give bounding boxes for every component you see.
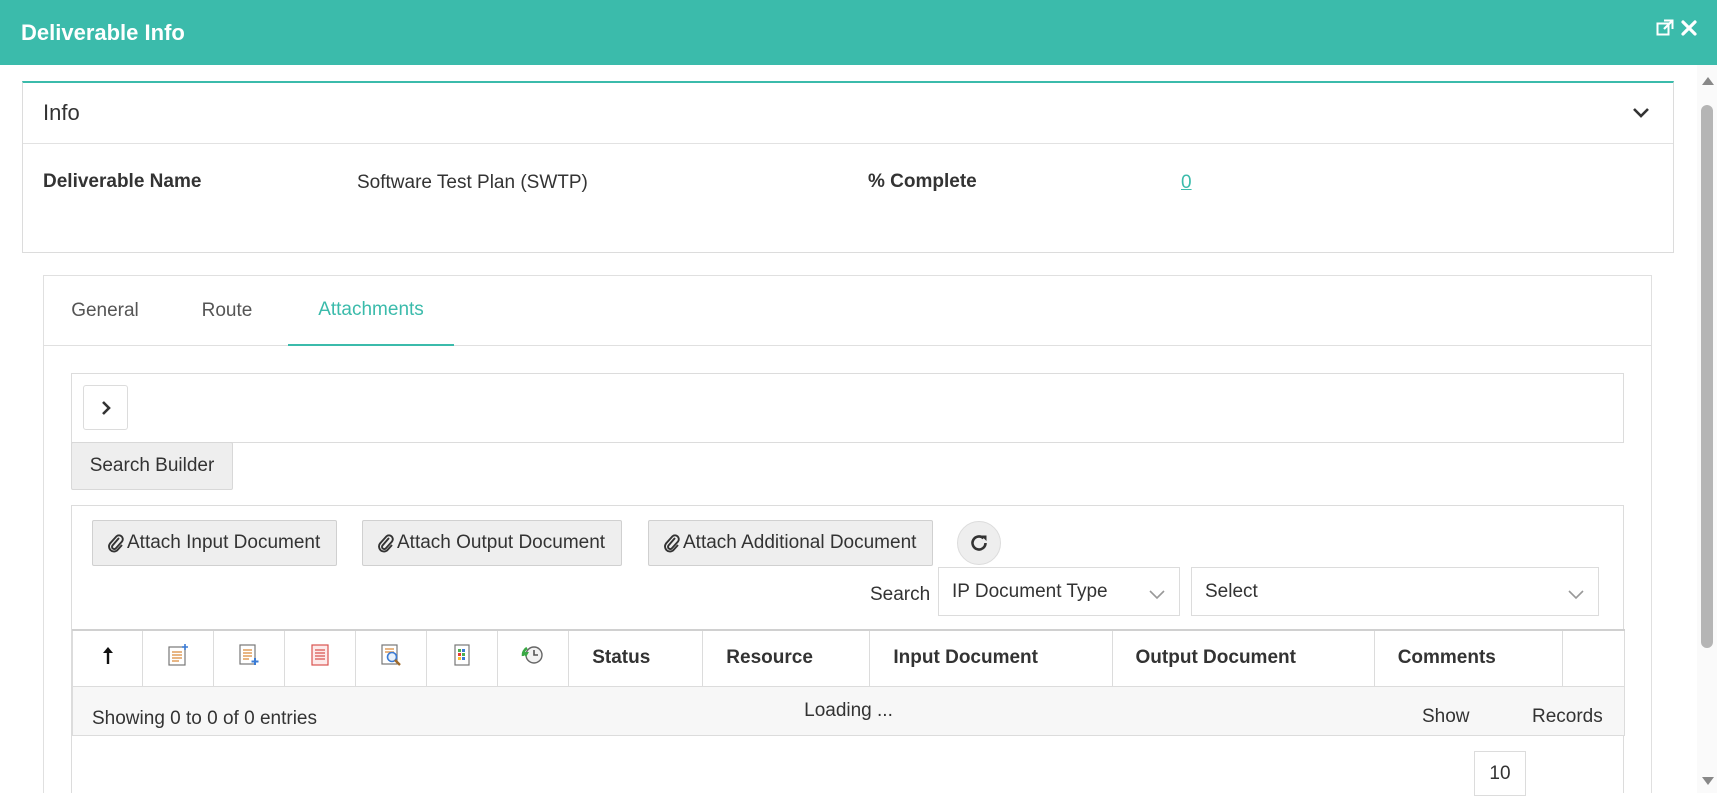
input-document-column-header[interactable]: Input Document: [869, 629, 1113, 687]
chevron-down-icon: [1149, 585, 1165, 607]
tab-attachments[interactable]: Attachments: [288, 276, 454, 346]
sort-up-icon: [102, 647, 113, 665]
attach-output-label: Attach Output Document: [397, 532, 606, 553]
attach-input-label: Attach Input Document: [127, 532, 321, 553]
info-fields: Deliverable Name Software Test Plan (SWT…: [23, 144, 1673, 252]
percent-complete-label: % Complete: [868, 171, 977, 192]
scroll-down-arrow[interactable]: [1702, 777, 1714, 785]
close-icon[interactable]: [1679, 18, 1699, 38]
refresh-icon: [971, 535, 987, 551]
excel-column-header[interactable]: [426, 629, 499, 687]
paperclip-icon: [378, 534, 394, 553]
view-document-icon: [381, 644, 401, 667]
scroll-up-arrow[interactable]: [1702, 77, 1714, 85]
scroll-thumb[interactable]: [1701, 105, 1713, 648]
search-value-placeholder: Select: [1205, 580, 1258, 602]
dialog-content: Info Deliverable Name Software Test Plan…: [0, 65, 1697, 793]
history-column-header[interactable]: [497, 629, 570, 687]
search-builder-button[interactable]: Search Builder: [71, 442, 233, 490]
output-document-column-header[interactable]: Output Document: [1111, 629, 1375, 687]
attachments-grid: Attach Input Document Attach Output Docu…: [71, 505, 1626, 793]
paperclip-icon: [108, 534, 124, 553]
search-label: Search: [870, 584, 931, 605]
add-document-column-header[interactable]: [213, 629, 286, 687]
tab-bar: General Route Attachments: [44, 276, 1651, 346]
add-document-icon: [239, 644, 259, 666]
history-icon: [521, 646, 543, 664]
chevron-down-icon[interactable]: [1631, 103, 1651, 128]
table-header-row: Status Resource Input Document Output Do…: [71, 629, 1626, 687]
attach-additional-document-button[interactable]: Attach Additional Document: [648, 520, 934, 566]
pdf-document-icon: [311, 644, 329, 666]
tab-general[interactable]: General: [44, 276, 166, 346]
extra-column-header: [1561, 629, 1626, 687]
records-label: Records: [1532, 706, 1603, 727]
pdf-column-header[interactable]: [284, 629, 357, 687]
percent-complete-link[interactable]: 0: [1181, 172, 1192, 194]
paperclip-icon: [664, 534, 680, 553]
chevron-down-icon: [1568, 585, 1584, 607]
show-label: Show: [1422, 706, 1470, 727]
attach-output-document-button[interactable]: Attach Output Document: [362, 520, 623, 566]
expand-filter-button[interactable]: [83, 385, 128, 430]
search-field-select[interactable]: IP Document Type: [938, 567, 1180, 616]
filter-panel: [71, 373, 1624, 443]
dialog-titlebar: Deliverable Info: [0, 0, 1717, 65]
status-column-header[interactable]: Status: [568, 629, 704, 687]
entries-summary: Showing 0 to 0 of 0 entries: [92, 708, 317, 729]
new-document-icon: [168, 644, 189, 666]
excel-document-icon: [454, 644, 470, 666]
resource-column-header[interactable]: Resource: [702, 629, 871, 687]
search-value-select[interactable]: Select: [1191, 567, 1599, 616]
vertical-scrollbar[interactable]: [1697, 65, 1717, 793]
chevron-right-icon: [101, 400, 111, 415]
deliverable-name-value: Software Test Plan (SWTP): [357, 172, 588, 193]
deliverable-name-label: Deliverable Name: [43, 171, 202, 192]
sort-column-header[interactable]: [71, 629, 144, 687]
attach-additional-label: Attach Additional Document: [683, 532, 917, 553]
comments-column-header[interactable]: Comments: [1373, 629, 1563, 687]
page-size-select[interactable]: 10: [1474, 751, 1526, 796]
attach-input-document-button[interactable]: Attach Input Document: [92, 520, 338, 566]
dialog-title: Deliverable Info: [21, 19, 185, 45]
new-document-column-header[interactable]: [142, 629, 215, 687]
info-panel: Info Deliverable Name Software Test Plan…: [22, 81, 1674, 253]
refresh-button[interactable]: [957, 521, 1001, 565]
info-panel-header[interactable]: Info: [23, 83, 1673, 144]
info-heading: Info: [43, 100, 80, 125]
search-field-value: IP Document Type: [952, 580, 1108, 602]
view-document-column-header[interactable]: [355, 629, 428, 687]
titlebar-actions: [1655, 18, 1699, 38]
external-link-icon[interactable]: [1655, 18, 1675, 38]
tab-route[interactable]: Route: [166, 276, 288, 346]
